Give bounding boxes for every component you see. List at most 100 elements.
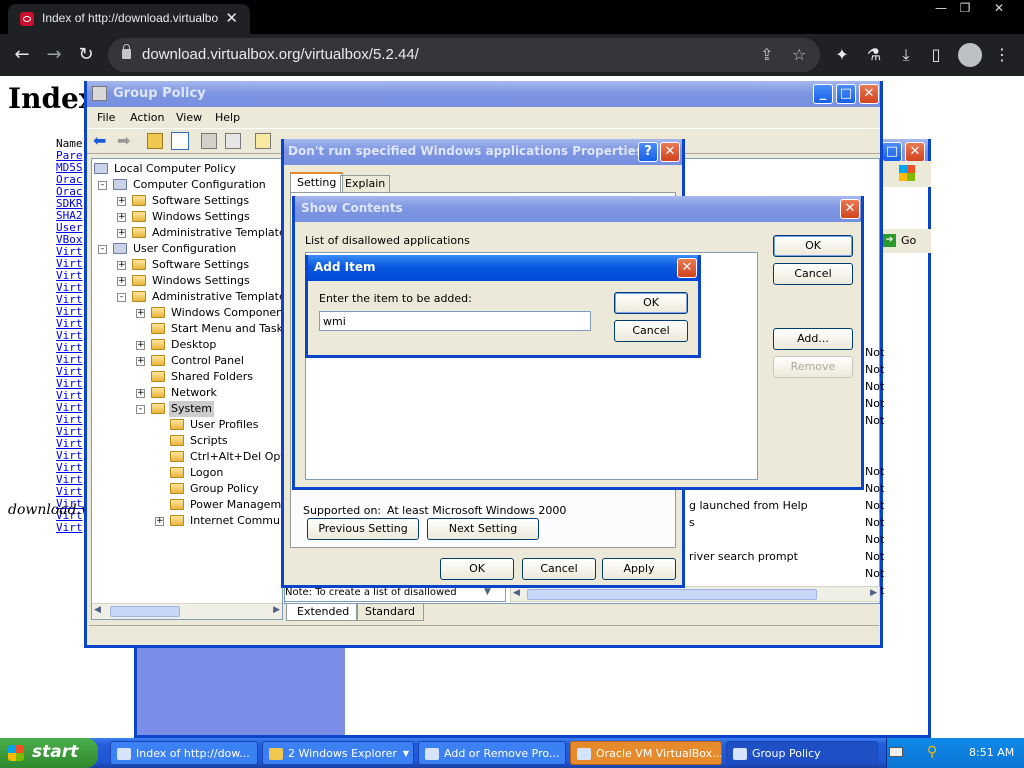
- toolbar-export-icon[interactable]: [225, 133, 241, 149]
- menu-action[interactable]: Action: [130, 111, 164, 124]
- browser-tab[interactable]: Index of http://download.virtualbo ✕: [8, 4, 250, 34]
- file-link[interactable]: Virt: [56, 366, 83, 377]
- tree-expand-icon[interactable]: +: [117, 261, 126, 270]
- properties-close-button[interactable]: ✕: [660, 142, 680, 162]
- file-link[interactable]: Virt: [56, 246, 83, 257]
- file-link[interactable]: Virt: [56, 450, 83, 461]
- tree-item[interactable]: Scripts: [188, 433, 230, 449]
- scroll-left-icon[interactable]: ◀: [94, 605, 101, 615]
- tree-item[interactable]: Software Settings: [150, 257, 251, 273]
- toolbar-show-tree-icon[interactable]: [171, 132, 189, 150]
- start-button[interactable]: start: [0, 738, 98, 768]
- reload-icon[interactable]: ↻: [74, 43, 98, 67]
- tree-expand-icon[interactable]: +: [117, 213, 126, 222]
- tree-expand-icon[interactable]: -: [98, 245, 107, 254]
- file-link[interactable]: Virt: [56, 402, 83, 413]
- file-link[interactable]: VBox: [56, 234, 83, 245]
- tree-item[interactable]: Start Menu and Taskba: [169, 321, 282, 337]
- file-link[interactable]: User: [56, 222, 83, 233]
- toolbar-up-folder-icon[interactable]: [147, 133, 163, 149]
- properties-apply-button[interactable]: Apply: [602, 558, 676, 580]
- file-link[interactable]: Virt: [56, 258, 83, 269]
- detail-horizontal-scrollbar[interactable]: ◀ ▶: [510, 586, 880, 602]
- tree-item[interactable]: Logon: [188, 465, 225, 481]
- policy-row-s[interactable]: s: [689, 516, 695, 529]
- tree-item[interactable]: Ctrl+Alt+Del Optio: [188, 449, 282, 465]
- file-link[interactable]: Virt: [56, 462, 83, 473]
- file-link[interactable]: Virt: [56, 282, 83, 293]
- file-link[interactable]: Virt: [56, 354, 83, 365]
- file-link[interactable]: SHA2: [56, 210, 83, 221]
- tree-item[interactable]: Software Settings: [150, 193, 251, 209]
- file-link[interactable]: Pare: [56, 150, 83, 161]
- properties-help-button[interactable]: ?: [638, 142, 658, 162]
- labs-flask-icon[interactable]: ⚗: [862, 43, 886, 67]
- add-item-close-button[interactable]: ✕: [677, 258, 697, 278]
- file-link[interactable]: Virt: [56, 474, 83, 485]
- policy-row-search[interactable]: river search prompt: [689, 550, 798, 563]
- tree-item[interactable]: Windows Settings: [150, 273, 252, 289]
- tab-extended[interactable]: Extended: [286, 604, 359, 621]
- menu-view[interactable]: View: [176, 111, 202, 124]
- tree-expand-icon[interactable]: +: [136, 309, 145, 318]
- profile-avatar-icon[interactable]: [958, 43, 982, 67]
- show-contents-close-button[interactable]: ✕: [840, 199, 860, 219]
- add-item-input[interactable]: [319, 311, 591, 331]
- tree-item[interactable]: Internet Communic: [188, 513, 282, 529]
- detail-scroll-left-icon[interactable]: ◀: [513, 588, 520, 598]
- tree-item[interactable]: Network: [169, 385, 219, 401]
- tree-item[interactable]: Administrative Templates: [150, 225, 282, 241]
- toolbar-properties-icon[interactable]: [201, 133, 217, 149]
- file-link[interactable]: Virt: [56, 330, 83, 341]
- menu-dots-icon[interactable]: ⋮: [990, 43, 1014, 67]
- tab-setting[interactable]: Setting: [290, 172, 344, 192]
- tab-explain[interactable]: Explain: [340, 175, 391, 193]
- browser-restore-button[interactable]: ❐: [950, 0, 980, 18]
- tree-expand-icon[interactable]: +: [117, 197, 126, 206]
- task-virtualbox[interactable]: Oracle VM VirtualBox...: [570, 741, 722, 765]
- keyboard-tray-icon[interactable]: [889, 747, 903, 757]
- share-icon[interactable]: ⇪: [760, 45, 773, 64]
- add-button[interactable]: Add...: [773, 328, 853, 350]
- address-url[interactable]: download.virtualbox.org/virtualbox/5.2.4…: [142, 46, 419, 63]
- file-link[interactable]: Orac: [56, 174, 83, 185]
- show-contents-ok-button[interactable]: OK: [773, 235, 853, 257]
- tree-item[interactable]: Power Managemen: [188, 497, 282, 513]
- show-contents-cancel-button[interactable]: Cancel: [773, 263, 853, 285]
- file-link[interactable]: SDKR: [56, 198, 83, 209]
- tree-item[interactable]: Computer Configuration: [131, 177, 268, 193]
- task-browser[interactable]: Index of http://dow...: [110, 741, 258, 765]
- toolbar-forward-icon[interactable]: ➡: [117, 131, 130, 150]
- tree-item[interactable]: Desktop: [169, 337, 218, 353]
- tree-item[interactable]: User Configuration: [131, 241, 238, 257]
- tree-horizontal-scrollbar[interactable]: ◀ ▶: [92, 603, 282, 619]
- extensions-icon[interactable]: ✦: [830, 43, 854, 67]
- tree-expand-icon[interactable]: -: [117, 293, 126, 302]
- tree-item[interactable]: User Profiles: [188, 417, 261, 433]
- tree-item[interactable]: Windows Settings: [150, 209, 252, 225]
- forward-arrow-icon[interactable]: →: [42, 43, 66, 67]
- file-link[interactable]: Virt: [56, 270, 83, 281]
- toolbar-back-icon[interactable]: ⬅: [93, 131, 106, 150]
- tree-item[interactable]: Shared Folders: [169, 369, 255, 385]
- address-bar[interactable]: download.virtualbox.org/virtualbox/5.2.4…: [108, 38, 820, 72]
- file-link[interactable]: Virt: [56, 378, 83, 389]
- gp-minimize-button[interactable]: _: [813, 84, 833, 104]
- tree-item[interactable]: Local Computer Policy: [112, 161, 238, 177]
- file-link[interactable]: Virt: [56, 306, 83, 317]
- remove-button[interactable]: Remove: [773, 356, 853, 378]
- toolbar-help-icon[interactable]: [255, 133, 271, 149]
- tree-expand-icon[interactable]: -: [98, 181, 107, 190]
- tab-standard[interactable]: Standard: [356, 604, 425, 621]
- properties-cancel-button[interactable]: Cancel: [522, 558, 596, 580]
- tab-close-icon[interactable]: ✕: [225, 9, 238, 27]
- side-panel-icon[interactable]: ▯: [924, 43, 948, 67]
- file-link[interactable]: Virt: [56, 390, 83, 401]
- file-link[interactable]: Virt: [56, 438, 83, 449]
- task-group-policy[interactable]: Group Policy: [726, 741, 878, 765]
- back-arrow-icon[interactable]: ←: [10, 43, 34, 67]
- bookmark-star-icon[interactable]: ☆: [792, 45, 806, 64]
- tree-expand-icon[interactable]: +: [117, 277, 126, 286]
- download-icon[interactable]: ⤓: [894, 43, 918, 67]
- tree-item[interactable]: Administrative Templates: [150, 289, 282, 305]
